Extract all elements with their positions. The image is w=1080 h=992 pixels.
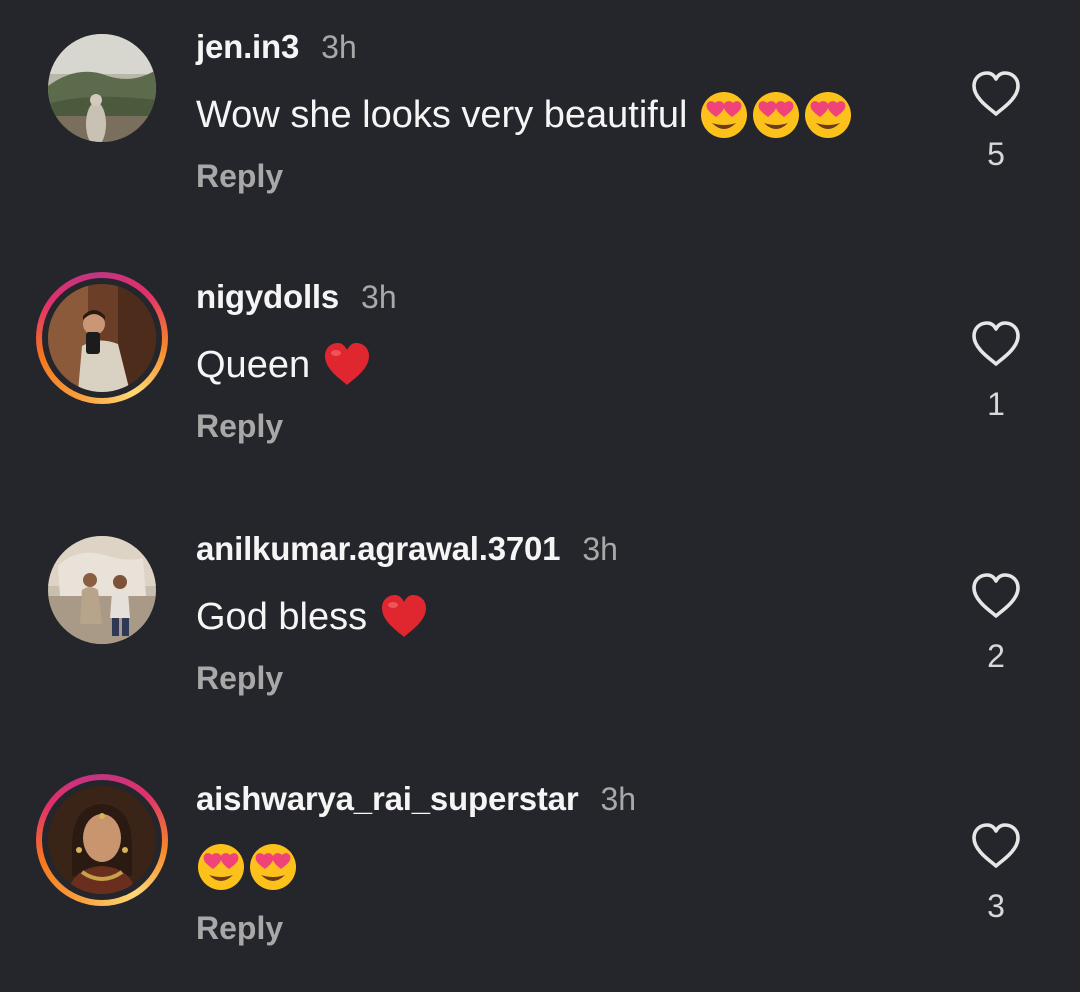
comment-text: Wow she looks very beautiful [196,88,855,142]
emoji-group [379,592,431,642]
username[interactable]: anilkumar.agrawal.3701 [196,530,561,568]
comment-meta: anilkumar.agrawal.3701 3h [196,530,618,572]
like-count: 3 [987,888,1005,924]
reply-button[interactable]: Reply [196,408,283,445]
avatar-image [48,536,156,644]
comment-item: anilkumar.agrawal.3701 3h God bless Repl… [0,502,1080,742]
reply-button[interactable]: Reply [196,158,283,195]
comment-meta: jen.in3 3h [196,28,357,70]
heart-eyes-emoji [196,842,246,892]
comment-item: jen.in3 3h Wow she looks very beautiful … [0,0,1080,240]
avatar-photo-portrait [48,786,156,894]
comment-item: nigydolls 3h Queen Reply 1 [0,250,1080,490]
like-count: 5 [987,136,1005,172]
emoji-group [196,842,300,892]
heart-eyes-emoji [803,90,853,140]
heart-outline-icon[interactable] [970,320,1022,368]
heart-outline-icon[interactable] [970,822,1022,870]
avatar-image [48,34,156,142]
comment-text [196,840,300,894]
username[interactable]: aishwarya_rai_superstar [196,780,579,818]
avatar-story-ring[interactable] [36,272,168,404]
username[interactable]: jen.in3 [196,28,299,66]
comment-text: God bless [196,590,431,644]
comment-meta: nigydolls 3h [196,278,397,320]
heart-eyes-emoji [751,90,801,140]
comment-body: God bless [196,595,368,638]
avatar-story-ring[interactable] [36,774,168,906]
username[interactable]: nigydolls [196,278,339,316]
like-count: 1 [987,386,1005,422]
red-heart-emoji [379,592,429,642]
reply-button[interactable]: Reply [196,910,283,947]
avatar-image [48,786,156,894]
comment-item: aishwarya_rai_superstar 3h Reply 3 [0,752,1080,992]
avatar-photo-couple [48,536,156,644]
reply-button[interactable]: Reply [196,660,283,697]
avatar-photo-landscape [48,34,156,142]
timestamp: 3h [600,781,637,817]
red-heart-emoji [322,340,372,390]
heart-outline-icon[interactable] [970,572,1022,620]
comment-body: Wow she looks very beautiful [196,93,688,136]
comment-meta: aishwarya_rai_superstar 3h [196,780,636,822]
avatar[interactable] [48,34,156,142]
avatar-photo-selfie [48,284,156,392]
emoji-group [322,340,374,390]
heart-eyes-emoji [248,842,298,892]
comment-body: Queen [196,343,311,386]
heart-eyes-emoji [699,90,749,140]
avatar-image [48,284,156,392]
timestamp: 3h [582,531,618,567]
like-count: 2 [987,638,1005,674]
emoji-group [699,90,855,140]
heart-outline-icon[interactable] [970,70,1022,118]
avatar[interactable] [48,536,156,644]
timestamp: 3h [321,29,357,65]
comment-text: Queen [196,338,374,392]
timestamp: 3h [361,279,397,315]
